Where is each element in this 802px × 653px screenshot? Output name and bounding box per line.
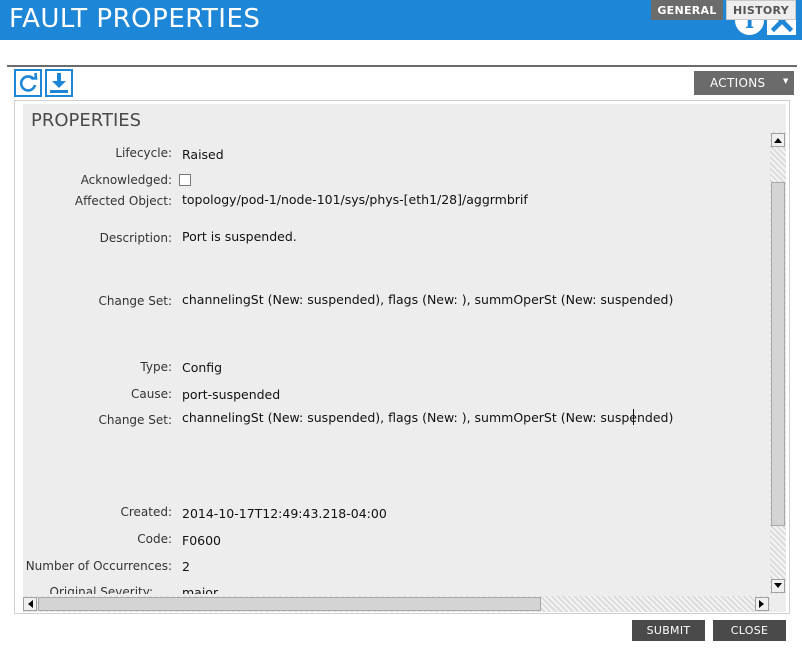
affected-object-value: topology/pod-1/node-101/sys/phys-[eth1/2… [182,192,528,207]
cause-label: Cause: [130,387,172,401]
section-title: PROPERTIES [31,110,142,131]
scroll-down-button[interactable] [771,579,785,593]
arrow-up-icon [774,138,782,143]
code-label: Code: [137,532,172,546]
download-icon [50,73,68,93]
created-value: 2014-10-17T12:49:43.218-04:00 [182,506,387,521]
change-set-value: channelingSt (New: suspended), flags (Ne… [182,410,674,425]
arrow-right-icon [759,600,764,608]
text-cursor [633,409,634,425]
description-value: Port is suspended. [182,229,297,244]
change-set-label: Change Set: [98,294,172,308]
tab-general[interactable]: GENERAL [651,0,723,20]
submit-button[interactable]: SUBMIT [632,620,705,641]
occurrences-label: Number of Occurrences: [25,559,172,573]
affected-object-label: Affected Object: [74,194,172,208]
change-set-value: channelingSt (New: suspended), flags (Ne… [182,292,674,307]
acknowledged-label: Acknowledged: [80,173,172,187]
original-severity-label: Original Severity: [49,585,154,594]
original-severity-value: major [182,585,219,594]
tab-divider [7,65,797,67]
lifecycle-value: Raised [182,147,224,162]
download-button[interactable] [45,69,73,97]
scroll-right-button[interactable] [755,597,769,611]
cause-value: port-suspended [182,387,281,402]
actions-dropdown[interactable]: ACTIONS ▼ [694,71,794,95]
acknowledged-checkbox[interactable] [179,174,191,186]
chevron-down-icon: ▼ [783,77,789,85]
refresh-icon [19,72,38,92]
scroll-up-button[interactable] [771,133,785,147]
scroll-left-button[interactable] [23,597,37,611]
clipped-row: Original Severity: major [23,580,770,594]
type-value: Config [182,360,223,375]
actions-label: ACTIONS [710,76,766,90]
lifecycle-label: Lifecycle: [115,146,172,160]
arrow-down-icon [774,583,782,588]
arrow-left-icon [28,600,33,608]
code-value: F0600 [182,533,222,548]
window-title: FAULT PROPERTIES [9,4,261,34]
change-set-label: Change Set: [98,413,172,427]
type-label: Type: [140,360,172,374]
created-label: Created: [120,505,172,519]
vertical-scroll-thumb[interactable] [771,182,785,526]
tab-history[interactable]: HISTORY [726,0,796,20]
description-label: Description: [99,231,172,245]
close-button[interactable]: CLOSE [713,620,786,641]
refresh-button[interactable] [14,69,42,97]
horizontal-scroll-thumb[interactable] [38,597,541,611]
occurrences-value: 2 [182,559,190,574]
